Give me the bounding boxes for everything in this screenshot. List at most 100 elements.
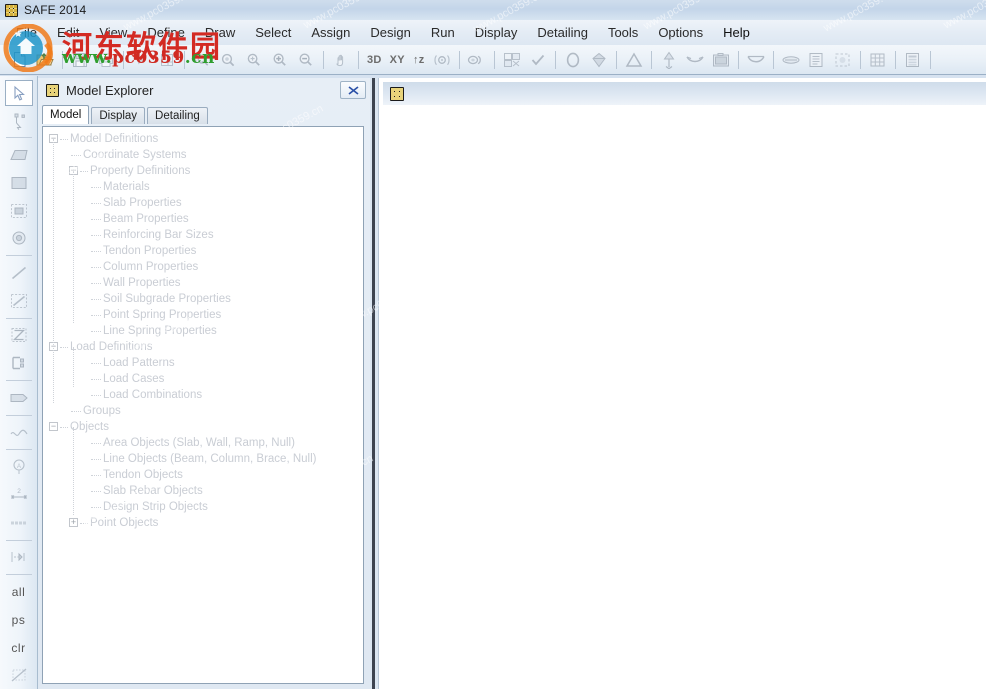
tree-item[interactable]: Load Patterns xyxy=(43,355,363,371)
tree-item[interactable]: − Objects xyxy=(43,419,363,435)
view-3d-icon[interactable]: 3D xyxy=(363,54,386,66)
panel-splitter[interactable] xyxy=(370,78,378,689)
draw-rect-in-region-tool[interactable] xyxy=(5,198,33,224)
tree-item[interactable]: Reinforcing Bar Sizes xyxy=(43,227,363,243)
clear-selection-button[interactable]: clr xyxy=(5,635,33,661)
tree-item[interactable]: Line Spring Properties xyxy=(43,323,363,339)
tree-item[interactable]: Beam Properties xyxy=(43,211,363,227)
tab-model[interactable]: Model xyxy=(42,105,90,124)
snap-off-icon[interactable] xyxy=(5,662,33,688)
draw-point-object-tool[interactable]: A xyxy=(5,454,33,480)
tree-item[interactable]: Line Objects (Beam, Column, Brace, Null) xyxy=(43,451,363,467)
menu-item-design[interactable]: Design xyxy=(360,21,420,44)
tree-item[interactable]: Groups xyxy=(43,403,363,419)
draw-quad-area-tool[interactable] xyxy=(5,142,33,168)
tree-item[interactable]: Materials xyxy=(43,179,363,195)
tree-item[interactable]: − Model Definitions xyxy=(43,131,363,147)
menu-item-file[interactable]: File xyxy=(6,21,47,44)
show-reactions-icon[interactable] xyxy=(683,48,707,72)
tab-display[interactable]: Display xyxy=(91,107,146,124)
detailing-sheet-icon[interactable] xyxy=(805,48,829,72)
zoom-full-icon[interactable] xyxy=(216,48,240,72)
draw-tendon-tool[interactable] xyxy=(5,385,33,411)
view-rotate-icon[interactable] xyxy=(430,48,454,72)
select-previous-button[interactable]: ps xyxy=(5,607,33,633)
tree-item[interactable]: Slab Properties xyxy=(43,195,363,211)
tree-item[interactable]: Load Cases xyxy=(43,371,363,387)
view-xy-icon[interactable]: XY xyxy=(386,54,409,66)
lock-model-icon[interactable] xyxy=(155,48,179,72)
tree-item[interactable]: Load Combinations xyxy=(43,387,363,403)
select-window-icon[interactable] xyxy=(831,48,855,72)
zoom-in-icon[interactable] xyxy=(268,48,292,72)
draw-circular-area-tool[interactable] xyxy=(5,226,33,252)
draw-design-strip-tool[interactable] xyxy=(5,323,33,349)
menu-item-edit[interactable]: Edit xyxy=(47,21,89,44)
snapshot-icon[interactable] xyxy=(709,48,733,72)
tree-item[interactable]: Wall Properties xyxy=(43,275,363,291)
view-z-icon[interactable]: ↑z xyxy=(409,54,429,66)
tree-item[interactable]: Soil Subgrade Properties xyxy=(43,291,363,307)
tree-item[interactable]: Area Objects (Slab, Wall, Ramp, Null) xyxy=(43,435,363,451)
menu-item-display[interactable]: Display xyxy=(465,21,528,44)
tree-item[interactable]: Design Strip Objects xyxy=(43,499,363,515)
tree-item[interactable]: Coordinate Systems xyxy=(43,147,363,163)
pan-hand-icon[interactable] xyxy=(329,48,353,72)
tree-item[interactable]: − Load Definitions xyxy=(43,339,363,355)
print-icon[interactable] xyxy=(94,48,118,72)
tables-icon[interactable] xyxy=(901,48,925,72)
draw-slab-rebar-tool[interactable] xyxy=(5,350,33,376)
tree-item[interactable]: − Property Definitions xyxy=(43,163,363,179)
snap-tool[interactable] xyxy=(5,545,33,571)
menu-item-help[interactable]: Help xyxy=(713,21,760,44)
show-loads-icon[interactable] xyxy=(587,48,611,72)
zoom-out-icon[interactable] xyxy=(294,48,318,72)
draw-strip-layer-tool[interactable] xyxy=(5,510,33,536)
show-deformed-icon[interactable] xyxy=(622,48,646,72)
tree-item[interactable]: Tendon Objects xyxy=(43,467,363,483)
close-icon[interactable] xyxy=(340,81,366,99)
menu-item-detailing[interactable]: Detailing xyxy=(527,21,598,44)
menu-item-assign[interactable]: Assign xyxy=(301,21,360,44)
tree-item[interactable]: + Point Objects xyxy=(43,515,363,531)
menu-item-tools[interactable]: Tools xyxy=(598,21,648,44)
draw-line-in-region-tool[interactable] xyxy=(5,288,33,314)
tab-detailing[interactable]: Detailing xyxy=(147,107,208,124)
dimension-line-tool[interactable]: 2 xyxy=(5,482,33,508)
show-detailing-icon[interactable] xyxy=(779,48,803,72)
run-analysis-icon[interactable] xyxy=(129,48,153,72)
tree-item[interactable]: Column Properties xyxy=(43,259,363,275)
set-display-options-icon[interactable] xyxy=(500,48,524,72)
model-view-canvas[interactable] xyxy=(383,105,986,689)
zoom-rubber-band-icon[interactable] xyxy=(190,48,214,72)
grid-icon[interactable] xyxy=(866,48,890,72)
check-model-icon[interactable] xyxy=(526,48,550,72)
model-tree-container[interactable]: − Model Definitions Coordinate Systems − Pro… xyxy=(42,126,364,684)
tree-item-label: Line Spring Properties xyxy=(103,325,217,337)
menu-item-run[interactable]: Run xyxy=(421,21,465,44)
pointer-select-tool[interactable] xyxy=(4,80,33,106)
draw-line-object-tool[interactable] xyxy=(5,260,33,286)
zoom-previous-icon[interactable] xyxy=(242,48,266,72)
menu-item-view[interactable]: View xyxy=(89,21,137,44)
menu-item-draw[interactable]: Draw xyxy=(195,21,245,44)
object-shrink-icon[interactable] xyxy=(465,48,489,72)
new-model-icon[interactable] xyxy=(7,48,31,72)
open-file-icon[interactable] xyxy=(33,48,57,72)
tree-item[interactable]: Tendon Properties xyxy=(43,243,363,259)
draw-rect-area-tool[interactable] xyxy=(5,170,33,196)
select-all-button[interactable]: all xyxy=(5,579,33,605)
save-icon[interactable] xyxy=(68,48,92,72)
menu-item-define[interactable]: Define xyxy=(137,21,195,44)
tree-item[interactable]: Slab Rebar Objects xyxy=(43,483,363,499)
menu-item-select[interactable]: Select xyxy=(245,21,301,44)
show-undeformed-icon[interactable] xyxy=(561,48,585,72)
collapse-icon[interactable]: − xyxy=(49,422,58,431)
menu-item-options[interactable]: Options xyxy=(648,21,713,44)
reshape-object-tool[interactable] xyxy=(5,108,33,134)
show-slab-forces-icon[interactable] xyxy=(657,48,681,72)
draw-spline-tool[interactable] xyxy=(5,420,33,446)
expand-icon[interactable]: + xyxy=(69,518,78,527)
tree-item[interactable]: Point Spring Properties xyxy=(43,307,363,323)
show-reinforcement-icon[interactable] xyxy=(744,48,768,72)
